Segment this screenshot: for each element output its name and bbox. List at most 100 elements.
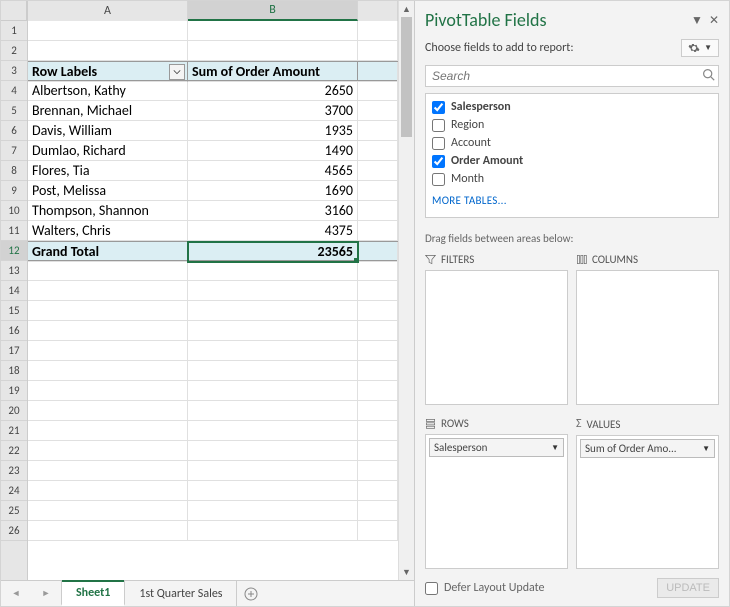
cell[interactable] [358,301,398,321]
cell[interactable] [28,461,188,481]
row-header-16[interactable]: 16 [1,321,27,341]
scroll-thumb[interactable] [401,17,412,137]
cell[interactable] [358,201,398,221]
cell[interactable] [358,361,398,381]
pivot-row-label[interactable]: Davis, William [28,121,188,141]
cell[interactable] [28,301,188,321]
cell[interactable] [358,41,398,61]
cell[interactable] [188,501,358,521]
area-chip-values[interactable]: Sum of Order Amo...▼ [580,439,715,458]
cell[interactable] [28,41,188,61]
pivot-row-label[interactable]: Brennan, Michael [28,101,188,121]
cell[interactable] [188,321,358,341]
field-checkbox[interactable] [432,155,445,168]
pivot-row-label[interactable]: Walters, Chris [28,221,188,241]
cell[interactable] [28,341,188,361]
pivot-row-label[interactable]: Albertson, Kathy [28,81,188,101]
more-tables-link[interactable]: MORE TABLES... [428,188,716,209]
cell[interactable] [188,481,358,501]
defer-layout-input[interactable] [425,582,438,595]
row-header-1[interactable]: 1 [1,21,27,41]
pivot-row-value[interactable]: 4375 [188,221,358,241]
cell-grid[interactable]: Row LabelsSum of Order AmountAlbertson, … [28,21,398,580]
field-checkbox[interactable] [432,119,445,132]
row-header-12[interactable]: 12 [1,241,27,261]
pivot-row-value[interactable]: 1690 [188,181,358,201]
pivot-row-label[interactable]: Post, Melissa [28,181,188,201]
row-header-11[interactable]: 11 [1,221,27,241]
row-header-2[interactable]: 2 [1,41,27,61]
row-header-6[interactable]: 6 [1,121,27,141]
cell[interactable] [358,242,398,262]
cell[interactable] [188,41,358,61]
row-header-20[interactable]: 20 [1,401,27,421]
row-header-19[interactable]: 19 [1,381,27,401]
cell[interactable] [188,341,358,361]
cell[interactable] [28,321,188,341]
cell[interactable] [358,501,398,521]
cell[interactable] [358,62,398,82]
pane-close-icon[interactable]: ✕ [709,13,719,28]
row-header-13[interactable]: 13 [1,261,27,281]
pivot-row-value[interactable]: 1935 [188,121,358,141]
row-header-8[interactable]: 8 [1,161,27,181]
cell[interactable] [28,21,188,41]
cell[interactable] [188,261,358,281]
cell[interactable] [28,261,188,281]
cell[interactable] [358,421,398,441]
pane-settings-button[interactable]: ▼ [681,39,719,57]
row-header-22[interactable]: 22 [1,441,27,461]
pivot-value-header[interactable]: Sum of Order Amount [188,62,358,82]
cell[interactable] [358,441,398,461]
row-header-15[interactable]: 15 [1,301,27,321]
field-item-order-amount[interactable]: Order Amount [428,152,716,170]
pivot-rowlabels-header[interactable]: Row Labels [28,62,188,82]
cell[interactable] [188,441,358,461]
cell[interactable] [28,501,188,521]
defer-layout-checkbox[interactable]: Defer Layout Update [425,581,545,595]
row-header-9[interactable]: 9 [1,181,27,201]
cell[interactable] [28,361,188,381]
select-all-corner[interactable] [1,1,27,21]
cell[interactable] [188,521,358,541]
vertical-scrollbar[interactable]: ▲ ▼ [398,1,414,580]
row-header-18[interactable]: 18 [1,361,27,381]
scroll-down-arrow[interactable]: ▼ [399,564,414,580]
cell[interactable] [358,141,398,161]
update-button[interactable]: UPDATE [657,578,719,598]
cell[interactable] [188,361,358,381]
cell[interactable] [28,421,188,441]
scroll-up-arrow[interactable]: ▲ [399,1,414,17]
row-header-23[interactable]: 23 [1,461,27,481]
row-header-7[interactable]: 7 [1,141,27,161]
cell[interactable] [358,461,398,481]
cell[interactable] [28,401,188,421]
pivot-row-value[interactable]: 1490 [188,141,358,161]
row-header-21[interactable]: 21 [1,421,27,441]
area-values-box[interactable]: Sum of Order Amo...▼ [576,435,719,569]
field-checkbox[interactable] [432,173,445,186]
sheet-tab-other[interactable]: 1st Quarter Sales [125,581,237,606]
pivot-row-value[interactable]: 3700 [188,101,358,121]
cell[interactable] [358,321,398,341]
row-header-3[interactable]: 3 [1,61,27,81]
cell[interactable] [358,381,398,401]
cell[interactable] [188,421,358,441]
tab-nav[interactable]: ◄► [1,581,61,606]
cell[interactable] [358,21,398,41]
row-header-5[interactable]: 5 [1,101,27,121]
cell[interactable] [358,81,398,101]
pivot-row-label[interactable]: Dumlao, Richard [28,141,188,161]
field-item-month[interactable]: Month [428,170,716,188]
field-item-region[interactable]: Region [428,116,716,134]
cell[interactable] [188,401,358,421]
area-rows-box[interactable]: Salesperson▼ [425,434,568,569]
cell[interactable] [28,441,188,461]
cell[interactable] [358,101,398,121]
row-header-25[interactable]: 25 [1,501,27,521]
col-header-b[interactable]: B [188,1,358,21]
cell[interactable] [358,341,398,361]
cell[interactable] [188,281,358,301]
add-sheet-button[interactable] [237,581,265,606]
field-item-salesperson[interactable]: Salesperson [428,98,716,116]
